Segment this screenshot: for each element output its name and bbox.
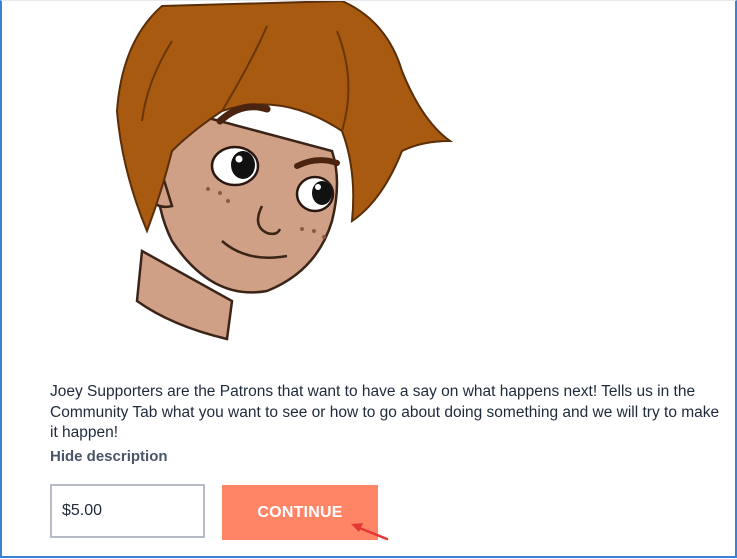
character-illustration xyxy=(115,1,454,341)
continue-button[interactable]: CONTINUE xyxy=(222,485,378,540)
hide-description-link[interactable]: Hide description xyxy=(50,448,168,465)
pledge-amount-input[interactable] xyxy=(50,484,205,538)
tier-card: Joey Supporters are the Patrons that wan… xyxy=(0,0,737,558)
tier-description: Joey Supporters are the Patrons that wan… xyxy=(50,383,720,441)
